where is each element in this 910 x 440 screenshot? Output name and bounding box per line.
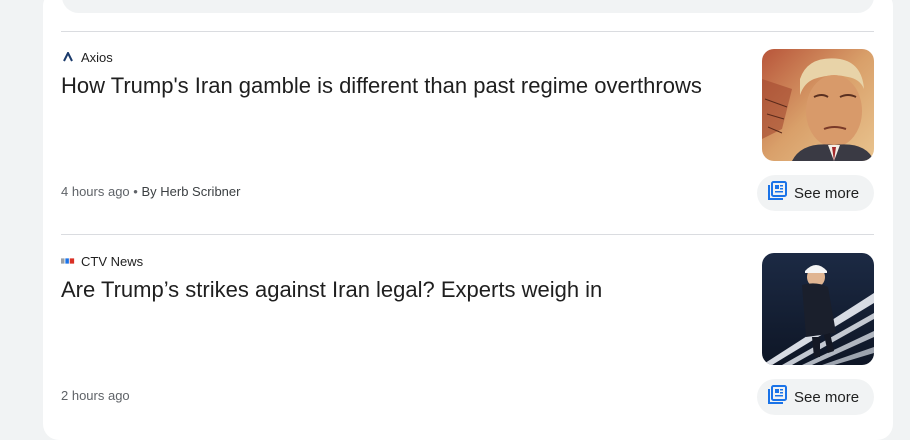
article-headline[interactable]: Are Trump’s strikes against Iran legal? … [61,275,741,305]
article-time: 4 hours ago [61,184,130,199]
article-meta: 2 hours ago [61,388,130,403]
article-source[interactable]: Axios [61,49,113,65]
divider [61,31,874,32]
source-name: Axios [81,49,113,65]
article-time: 2 hours ago [61,388,130,403]
see-more-label: See more [794,388,860,406]
news-article-icon [768,181,787,205]
article-item: Axios How Trump's Iran gamble is differe… [61,49,874,229]
article-thumbnail[interactable] [762,49,874,161]
axios-logo-icon [61,50,75,64]
article-item: CTV News Are Trump’s strikes against Ira… [61,253,874,433]
see-more-label: See more [794,184,860,202]
news-article-icon [768,385,787,409]
article-byline: By Herb Scribner [141,184,241,199]
article-thumbnail[interactable] [762,253,874,365]
article-source[interactable]: CTV News [61,253,143,269]
divider [61,234,874,235]
previous-item-pill[interactable] [62,0,874,13]
see-more-button[interactable]: See more [757,379,874,415]
article-headline[interactable]: How Trump's Iran gamble is different tha… [61,71,741,101]
source-name: CTV News [81,253,144,269]
article-meta: 4 hours ago • By Herb Scribner [61,184,240,199]
ctv-news-logo-icon [61,254,75,268]
see-more-button[interactable]: See more [757,175,874,211]
meta-separator: • [133,184,138,199]
